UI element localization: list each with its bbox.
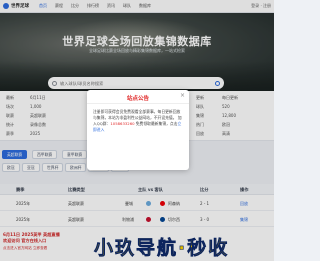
modal-header: 站点公告 × — [87, 90, 189, 104]
modal-text-1: 注册即可获得会员免费观看全部赛事，每日更新回放与集锦，本站为非盈利性公益网站，不… — [93, 109, 181, 120]
modal-title: 站点公告 — [126, 96, 149, 102]
modal-body: 注册即可获得会员免费观看全部赛事，每日更新回放与集锦，本站为非盈利性公益网站，不… — [87, 104, 189, 138]
qq-group-number: 1058633260 — [110, 121, 135, 126]
notice-modal: 站点公告 × 注册即可获得会员免费观看全部赛事，每日更新回放与集锦，本站为非盈利… — [87, 90, 189, 170]
modal-text-3: 免费领取最新集锦，点击 — [135, 121, 178, 126]
close-icon[interactable]: × — [180, 93, 185, 99]
